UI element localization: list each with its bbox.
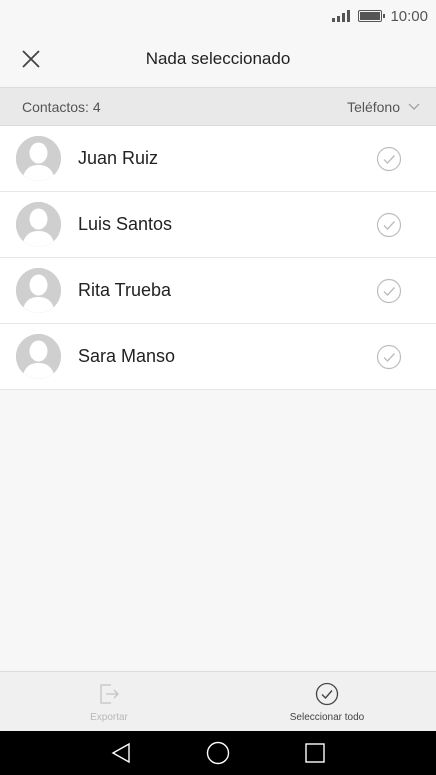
contact-name: Rita Trueba xyxy=(78,280,172,300)
check-circle-icon[interactable] xyxy=(376,278,402,304)
back-triangle-icon[interactable] xyxy=(109,741,133,765)
contact-row[interactable]: Luis Santos xyxy=(0,192,436,258)
sort-select[interactable]: Teléfono xyxy=(347,99,420,115)
select-all-label: Seleccionar todo xyxy=(289,712,365,723)
bottom-action-bar: Exportar Seleccionar todo xyxy=(0,671,436,731)
recents-square-icon[interactable] xyxy=(303,741,327,765)
contact-name: Luis Santos xyxy=(78,214,173,234)
status-bar: 10:00 xyxy=(0,0,436,32)
check-circle-icon[interactable] xyxy=(376,146,402,172)
check-circle-icon xyxy=(315,682,339,706)
avatar xyxy=(16,136,61,181)
person-icon xyxy=(16,136,61,181)
title-bar: Nada seleccionado xyxy=(0,32,436,86)
export-label: Exportar xyxy=(90,712,128,723)
contact-name: Sara Manso xyxy=(78,346,176,366)
avatar xyxy=(16,334,61,379)
battery-icon xyxy=(358,10,386,22)
avatar xyxy=(16,202,61,247)
status-time: 10:00 xyxy=(390,7,428,25)
select-all-button[interactable]: Seleccionar todo xyxy=(218,672,436,731)
contact-selection-screen: 10:00 Nada seleccionado Contactos: 4 Tel… xyxy=(0,0,436,775)
page-title: Nada seleccionado xyxy=(145,49,291,68)
export-button[interactable]: Exportar xyxy=(0,672,218,731)
contact-name: Juan Ruiz xyxy=(78,148,159,168)
chevron-down-icon xyxy=(408,103,420,110)
contact-list: Juan Ruiz Luis Santos Rita Trueba Sara M… xyxy=(0,126,436,390)
contact-row[interactable]: Juan Ruiz xyxy=(0,126,436,192)
person-icon xyxy=(16,334,61,379)
sort-value: Teléfono xyxy=(347,98,400,115)
filter-bar: Contactos: 4 Teléfono xyxy=(0,87,436,126)
person-icon xyxy=(16,202,61,247)
avatar xyxy=(16,268,61,313)
navigation-bar xyxy=(0,731,436,775)
home-circle-icon[interactable] xyxy=(206,741,230,765)
check-circle-icon[interactable] xyxy=(376,344,402,370)
export-icon xyxy=(100,684,119,704)
person-icon xyxy=(16,268,61,313)
contact-row[interactable]: Rita Trueba xyxy=(0,258,436,324)
contact-row[interactable]: Sara Manso xyxy=(0,324,436,390)
contacts-count: Contactos: 4 xyxy=(22,98,101,115)
check-circle-icon[interactable] xyxy=(376,212,402,238)
signal-icon xyxy=(332,10,351,22)
